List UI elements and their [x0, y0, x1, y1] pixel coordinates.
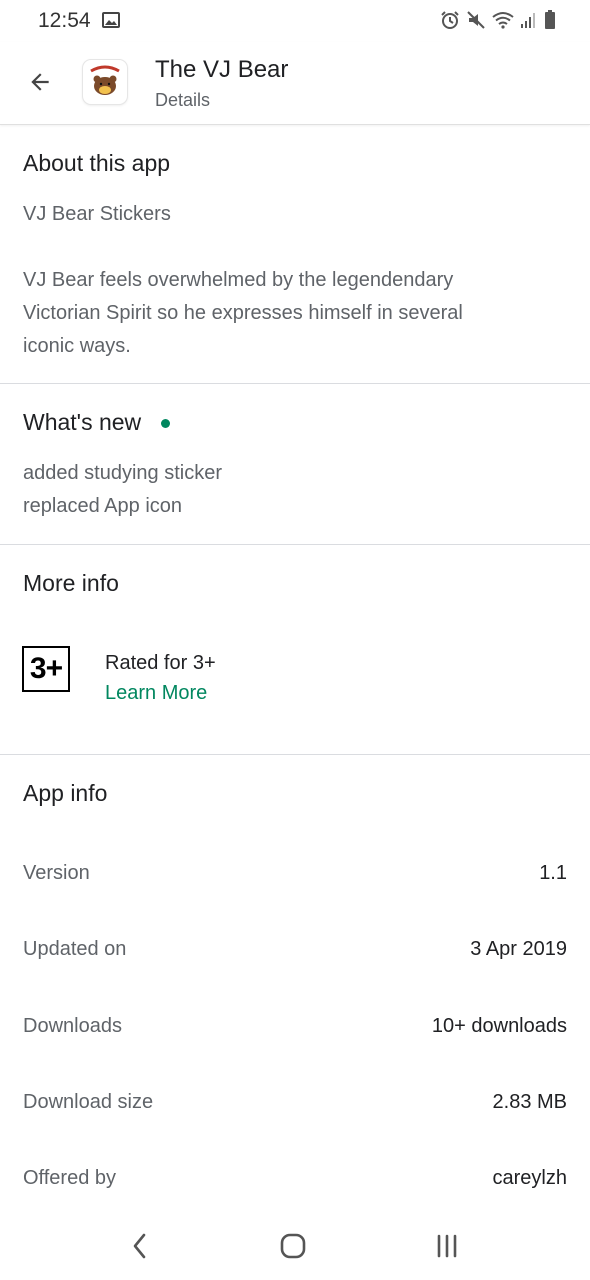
info-row-version: Version 1.1 — [23, 858, 567, 888]
whats-new-notes: added studying sticker replaced App icon — [23, 457, 222, 523]
content-rating-badge: 3+ — [22, 646, 70, 692]
about-description-line: Victorian Spirit so he expresses himself… — [23, 302, 463, 324]
info-label: Downloads — [23, 1014, 122, 1037]
battery-icon — [544, 10, 556, 35]
about-description: VJ Bear feels overwhelmed by the legende… — [23, 264, 463, 363]
info-label: Updated on — [23, 937, 127, 960]
status-bar: 12:54 — [0, 0, 590, 42]
whats-new-line: added studying sticker — [23, 462, 223, 484]
app-title: The VJ Bear — [155, 56, 289, 83]
mute-icon — [466, 10, 486, 35]
info-value: 2.83 MB — [492, 1090, 567, 1113]
info-value: 10+ downloads — [431, 1014, 567, 1037]
page-subtitle: Details — [155, 90, 211, 110]
more-info-title: More info — [23, 570, 119, 596]
nav-home-button[interactable] — [273, 1228, 313, 1264]
home-nav-icon — [280, 1233, 306, 1259]
gallery-icon — [102, 12, 120, 33]
app-icon — [83, 60, 127, 104]
info-label: Download size — [23, 1090, 154, 1113]
recents-nav-icon — [437, 1234, 457, 1258]
signal-icon — [520, 11, 538, 34]
info-row-updated: Updated on 3 Apr 2019 — [23, 934, 567, 964]
nav-back-button[interactable] — [120, 1228, 160, 1264]
system-nav-bar — [0, 1210, 590, 1280]
back-button[interactable] — [22, 64, 58, 100]
divider — [0, 754, 590, 755]
divider — [0, 544, 590, 545]
info-row-downloads: Downloads 10+ downloads — [23, 1011, 567, 1041]
info-label: Version — [23, 861, 90, 884]
app-info-title: App info — [23, 780, 108, 806]
info-value: 3 Apr 2019 — [470, 937, 567, 960]
app-header: The VJ Bear Details — [0, 42, 590, 125]
about-description-line: iconic ways. — [23, 335, 131, 357]
info-label: Offered by — [23, 1166, 117, 1189]
status-time: 12:54 — [38, 9, 91, 32]
info-row-download-size: Download size 2.83 MB — [23, 1087, 567, 1117]
info-value: careylzh — [492, 1166, 567, 1189]
about-section-title: About this app — [23, 150, 171, 176]
rating-label: Rated for 3+ — [105, 652, 216, 674]
arrow-left-icon — [31, 73, 49, 91]
alarm-icon — [440, 10, 460, 35]
about-description-line: VJ Bear feels overwhelmed by the legende… — [23, 269, 454, 291]
info-value: 1.1 — [539, 861, 567, 884]
whats-new-title: What's new — [23, 409, 142, 435]
whats-new-line: replaced App icon — [23, 495, 183, 517]
back-nav-icon — [133, 1233, 146, 1259]
wifi-icon — [492, 11, 514, 34]
learn-more-link[interactable]: Learn More — [105, 682, 207, 705]
about-tagline: VJ Bear Stickers — [23, 203, 171, 225]
divider — [0, 383, 590, 384]
info-row-offered-by: Offered by careylzh — [23, 1163, 567, 1193]
nav-recents-button[interactable] — [427, 1228, 467, 1264]
new-indicator-dot — [161, 419, 170, 428]
